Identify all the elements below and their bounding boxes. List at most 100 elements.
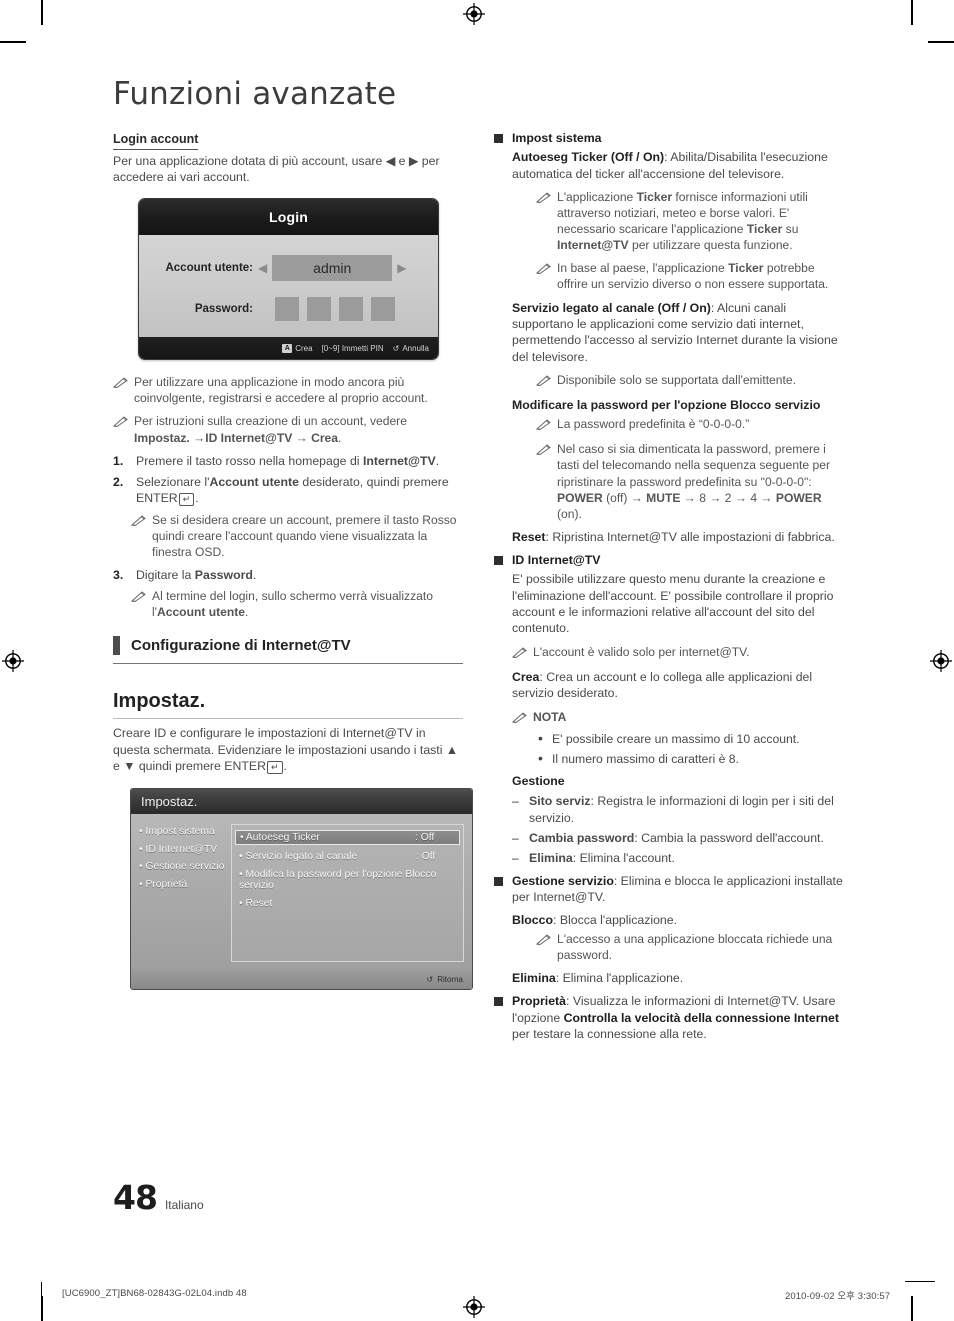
return-icon: ↺ [426, 975, 434, 985]
note-text: Al termine del login, sullo schermo verr… [152, 588, 463, 620]
right-arrow-icon[interactable]: ▶ [397, 262, 406, 274]
right-column: Impost sistema Autoeseg Ticker (Off / On… [494, 130, 843, 1045]
proprieta-bold: Proprietà [512, 994, 566, 1009]
block-proprieta: Proprietà: Visualizza le informazioni di… [494, 993, 843, 1042]
heading-text: ID Internet@TV [512, 553, 601, 568]
option-value: : Off [415, 832, 435, 844]
menu-item-proprieta[interactable]: • Proprietà [139, 879, 231, 890]
item-text: : Elimina l'account. [572, 851, 675, 866]
crop-mark-top-right-vertical [911, 0, 913, 25]
login-osd-footer: A Crea [0~9] Immetti PIN ↺ Annulla [139, 337, 438, 360]
pencil-icon [535, 189, 551, 253]
option-label: • Modifica la password per l'opzione Blo… [239, 869, 437, 892]
elimina-bold: Elimina [512, 971, 556, 986]
red-button-a-icon: A [282, 343, 293, 353]
password-entry-boxes[interactable] [275, 297, 395, 322]
pin-hint: [0~9] Immetti PIN [322, 344, 384, 353]
impost-sistema-body: Autoeseg Ticker (Off / On): Abilita/Disa… [512, 149, 843, 545]
note-ticker-info: L'applicazione Ticker fornisce informazi… [535, 189, 843, 253]
note-pre: Per istruzioni sulla creazione di un acc… [134, 414, 407, 429]
crop-mark-top-left-horizontal [0, 41, 26, 43]
note-part-1: L'applicazione [557, 190, 637, 205]
impostaz-osd-footer: ↺ Ritorna [131, 970, 472, 990]
gestione-heading: Gestione [512, 773, 843, 789]
note-bold: Account utente [157, 605, 246, 620]
dot-bullet-icon: • [538, 749, 543, 766]
block-id-internet-tv: ID Internet@TV [494, 552, 843, 568]
password-box-1[interactable] [275, 297, 299, 322]
footer-filename: [UC6900_ZT]BN68-02843G-02L04.indb 48 [62, 1288, 247, 1299]
step-post: . [252, 567, 257, 582]
menu-item-gestione-servizio[interactable]: • Gestione servizio [139, 861, 231, 872]
id-internet-text: E' possibile utilizzare questo menu dura… [512, 572, 834, 636]
note-text: La password predefinita è “0-0-0-0.” [557, 417, 750, 432]
left-column: Login account Per una applicazione dotat… [112, 130, 473, 991]
option-label: • Autoeseg Ticker [240, 832, 320, 844]
note-text: Se si desidera creare un account, premer… [152, 512, 457, 559]
nota-item-text: E' possibile creare un massimo di 10 acc… [552, 731, 800, 746]
gestione-item-text: Elimina: Elimina l'account. [529, 850, 675, 866]
page-body: Funzioni avanzate Login account Per una … [112, 76, 843, 1045]
login-osd-body: Account utente: ◀ admin ▶ Password: [139, 235, 438, 338]
proprieta-text: Proprietà: Visualizza le informazioni di… [512, 993, 843, 1042]
note-post: . [245, 605, 249, 620]
note-bold-power-on: POWER [775, 490, 822, 505]
note-default-password: La password predefinita è “0-0-0-0.” [535, 416, 843, 434]
note-immersive-use: Per utilizzare una applicazione in modo … [112, 374, 463, 406]
option-label: • Reset [239, 898, 273, 910]
note-part-a: Nel caso si sia dimenticata la password,… [557, 442, 830, 489]
option-autoeseg-ticker[interactable]: • Autoeseg Ticker : Off [235, 830, 460, 846]
account-value-field[interactable]: admin [272, 255, 393, 282]
pencil-icon [535, 441, 551, 521]
password-box-4[interactable] [371, 297, 395, 322]
crea-text: : Crea un account e lo collega alle appl… [512, 669, 813, 701]
create-label: Crea [295, 343, 313, 353]
square-bullet-icon [494, 876, 503, 886]
registration-mark-top [463, 3, 485, 25]
note-part-3: su [782, 222, 799, 237]
option-servizio-legato-al-canale[interactable]: • Servizio legato al canale : Off [239, 851, 456, 862]
note-bold: Impostaz. →ID Internet@TV → Crea [134, 430, 338, 445]
gestione-item-text: Cambia password: Cambia la password dell… [529, 830, 824, 846]
cancel-hint[interactable]: ↺ Annulla [393, 344, 429, 353]
ticker-bold: Autoeseg Ticker (Off / On) [512, 150, 665, 165]
servizio-bold: Servizio legato al canale (Off / On) [512, 300, 711, 315]
password-box-3[interactable] [339, 297, 363, 322]
page-number: 48 [113, 1178, 158, 1217]
registration-mark-right [930, 650, 952, 672]
note-account-creation: Per istruzioni sulla creazione di un acc… [112, 413, 463, 445]
blocco-paragraph: Blocco: Blocca l'applicazione. [512, 912, 843, 928]
note-part-d: → 8 → 2 → 4 → [680, 490, 776, 505]
option-reset[interactable]: • Reset [239, 898, 456, 909]
step-bold: Password [194, 567, 253, 582]
gestione-item-sito-serviz: – Sito serviz: Registra le informazioni … [512, 793, 843, 826]
return-label: Ritorna [437, 975, 463, 985]
left-arrow-icon[interactable]: ◀ [258, 262, 267, 274]
dash-bullet-icon: – [512, 794, 519, 809]
note-post: . [337, 430, 342, 445]
note-text: Disponibile solo se supportata dall'emit… [557, 372, 796, 387]
note-account-validity: L'account è valido solo per internet@TV. [511, 644, 843, 662]
password-box-2[interactable] [307, 297, 331, 322]
nota-label-text: NOTA [533, 709, 567, 724]
gestione-servizio-body: Blocco: Blocca l'applicazione. L'accesso… [512, 912, 843, 987]
impostaz-osd-main: • Impost sistema • ID Internet@TV • Gest… [131, 814, 472, 971]
menu-item-impost-sistema[interactable]: • Impost sistema [139, 826, 231, 837]
option-modifica-password[interactable]: • Modifica la password per l'opzione Blo… [239, 869, 456, 891]
login-account-heading: Login account [113, 132, 199, 150]
create-hint[interactable]: A Crea [282, 343, 313, 353]
proprieta-part-2: per testare la connessione alla rete. [512, 1027, 707, 1042]
elimina-paragraph: Elimina: Elimina l'applicazione. [512, 970, 843, 986]
item-text: : Cambia la password dell'account. [634, 831, 824, 846]
modifica-heading-text: Modificare la password per l'opzione Blo… [512, 397, 821, 412]
nota-item-2: • Il numero massimo di caratteri è 8. [538, 749, 843, 767]
footer-left-rule [41, 1282, 43, 1304]
nota-item-text: Il numero massimo di caratteri è 8. [552, 751, 739, 766]
menu-item-id-internet-tv[interactable]: • ID Internet@TV [139, 844, 231, 855]
pencil-icon [130, 512, 146, 560]
pencil-icon [535, 260, 551, 292]
account-label: Account utente: [165, 262, 253, 275]
item-bold: Sito serviz [529, 794, 591, 809]
gestione-item-cambia-password: – Cambia password: Cambia la password de… [512, 830, 843, 846]
note-part-c: (off) → [602, 490, 647, 505]
